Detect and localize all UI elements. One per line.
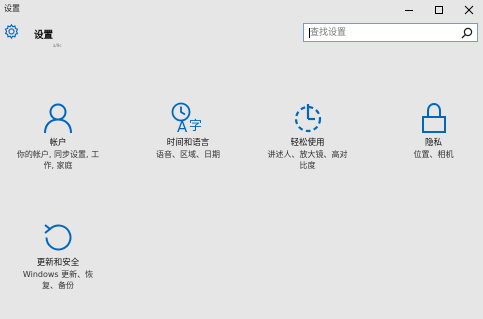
tile-desc-line: 讲述人、放大镜、高对 bbox=[267, 150, 348, 159]
tile-desc-line: 复、备份 bbox=[42, 281, 74, 290]
minimize-icon bbox=[405, 9, 413, 11]
refresh-icon bbox=[44, 224, 72, 251]
tile-desc-line: Windows 更新、恢 bbox=[22, 270, 94, 279]
tile-update-security[interactable]: 更新和安全 Windows 更新、恢 复、备份 bbox=[5, 222, 111, 291]
tile-accounts[interactable]: 帐户 你的帐户, 同步设置, 工 作, 家庭 bbox=[5, 102, 111, 171]
page-title: 设置 bbox=[34, 30, 54, 41]
tile-desc-line: 语音、区域、日期 bbox=[156, 150, 220, 159]
page-subtitle: a/9c bbox=[53, 43, 62, 48]
tile-title: 轻松使用 bbox=[290, 138, 325, 148]
tile-title: 时间和语言 bbox=[166, 138, 210, 148]
lock-icon bbox=[421, 102, 446, 133]
maximize-icon bbox=[435, 5, 443, 14]
tile-description: 你的帐户, 同步设置, 工 作, 家庭 bbox=[5, 149, 111, 171]
tile-ease-of-access[interactable]: 轻松使用 讲述人、放大镜、高对 比度 bbox=[255, 102, 360, 171]
tile-description: 讲述人、放大镜、高对 比度 bbox=[255, 149, 360, 171]
tile-time-language[interactable]: A 字 时间和语言 语音、区域、日期 bbox=[140, 102, 236, 160]
person-icon bbox=[44, 103, 72, 134]
tile-description: 语音、区域、日期 bbox=[140, 149, 236, 160]
time-language-icon: A 字 bbox=[171, 102, 202, 134]
close-button[interactable] bbox=[454, 0, 483, 19]
tile-desc-line: 你的帐户, 同步设置, 工 bbox=[16, 150, 100, 159]
tile-title: 帐户 bbox=[49, 138, 67, 148]
maximize-button[interactable] bbox=[424, 0, 454, 19]
text-caret bbox=[309, 28, 310, 38]
tile-desc-line: 作, 家庭 bbox=[43, 161, 73, 170]
search-input[interactable] bbox=[304, 24, 454, 41]
ease-of-access-icon bbox=[294, 104, 321, 133]
tile-description: Windows 更新、恢 复、备份 bbox=[5, 269, 111, 291]
title-bar: 设置 bbox=[0, 0, 483, 19]
tile-title: 更新和安全 bbox=[36, 258, 80, 268]
close-icon bbox=[464, 5, 474, 14]
tile-desc-line: 比度 bbox=[299, 161, 316, 170]
tile-desc-line: 位置、相机 bbox=[413, 150, 454, 159]
tile-description: 位置、相机 bbox=[390, 149, 477, 160]
tile-title: 隐私 bbox=[424, 138, 442, 148]
window-title: 设置 bbox=[4, 4, 20, 13]
gear-icon bbox=[4, 23, 19, 40]
search-icon[interactable] bbox=[461, 27, 473, 39]
svg-text:A: A bbox=[177, 118, 188, 134]
minimize-button[interactable] bbox=[394, 0, 424, 19]
tile-privacy[interactable]: 隐私 位置、相机 bbox=[390, 102, 477, 160]
search-box[interactable] bbox=[303, 23, 478, 42]
svg-text:字: 字 bbox=[189, 119, 202, 134]
